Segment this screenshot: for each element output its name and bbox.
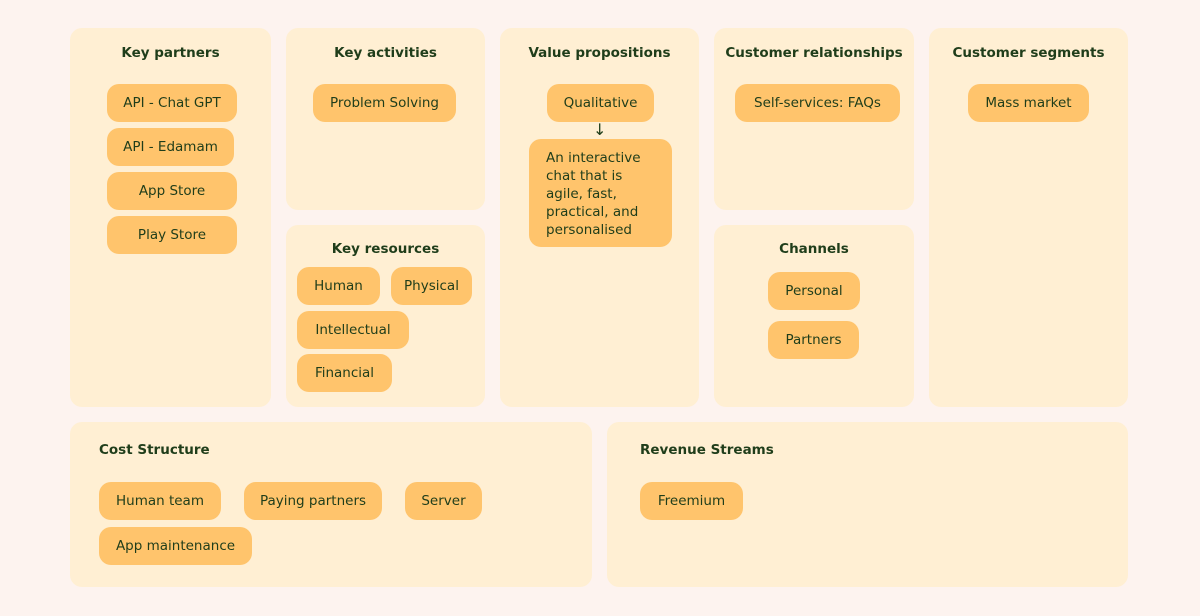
chip-server: Server [405, 482, 482, 520]
chip-intellectual: Intellectual [297, 311, 409, 349]
customer-segments-title: Customer segments [952, 45, 1105, 61]
chip-problem-solving: Problem Solving [313, 84, 456, 122]
cost-structure-title: Cost Structure [99, 442, 210, 458]
chip-app-store: App Store [107, 172, 237, 210]
chip-human: Human [297, 267, 380, 305]
customer-relationships-title: Customer relationships [725, 45, 903, 61]
value-propositions-title: Value propositions [528, 45, 671, 61]
chip-qualitative: Qualitative [547, 84, 654, 122]
chip-self-services: Self-services: FAQs [735, 84, 900, 122]
chip-human-team: Human team [99, 482, 221, 520]
revenue-streams-title: Revenue Streams [640, 442, 774, 458]
chip-partners: Partners [768, 321, 859, 359]
channels-title: Channels [779, 241, 849, 257]
key-activities-title: Key activities [334, 45, 437, 61]
chip-paying-partners: Paying partners [244, 482, 382, 520]
arrow-down-icon: ↓ [593, 120, 607, 139]
chip-financial: Financial [297, 354, 392, 392]
value-detail-box: An interactive chat that is agile, fast,… [529, 139, 672, 247]
chip-mass-market: Mass market [968, 84, 1089, 122]
key-resources-title: Key resources [331, 241, 440, 257]
chip-freemium: Freemium [640, 482, 743, 520]
chip-play-store: Play Store [107, 216, 237, 254]
channels-card: Channels [714, 225, 914, 407]
chip-app-maintenance: App maintenance [99, 527, 252, 565]
key-partners-title: Key partners [121, 45, 220, 61]
chip-physical: Physical [391, 267, 472, 305]
chip-personal: Personal [768, 272, 860, 310]
chip-api-chatgpt: API - Chat GPT [107, 84, 237, 122]
chip-api-edamam: API - Edamam [107, 128, 234, 166]
